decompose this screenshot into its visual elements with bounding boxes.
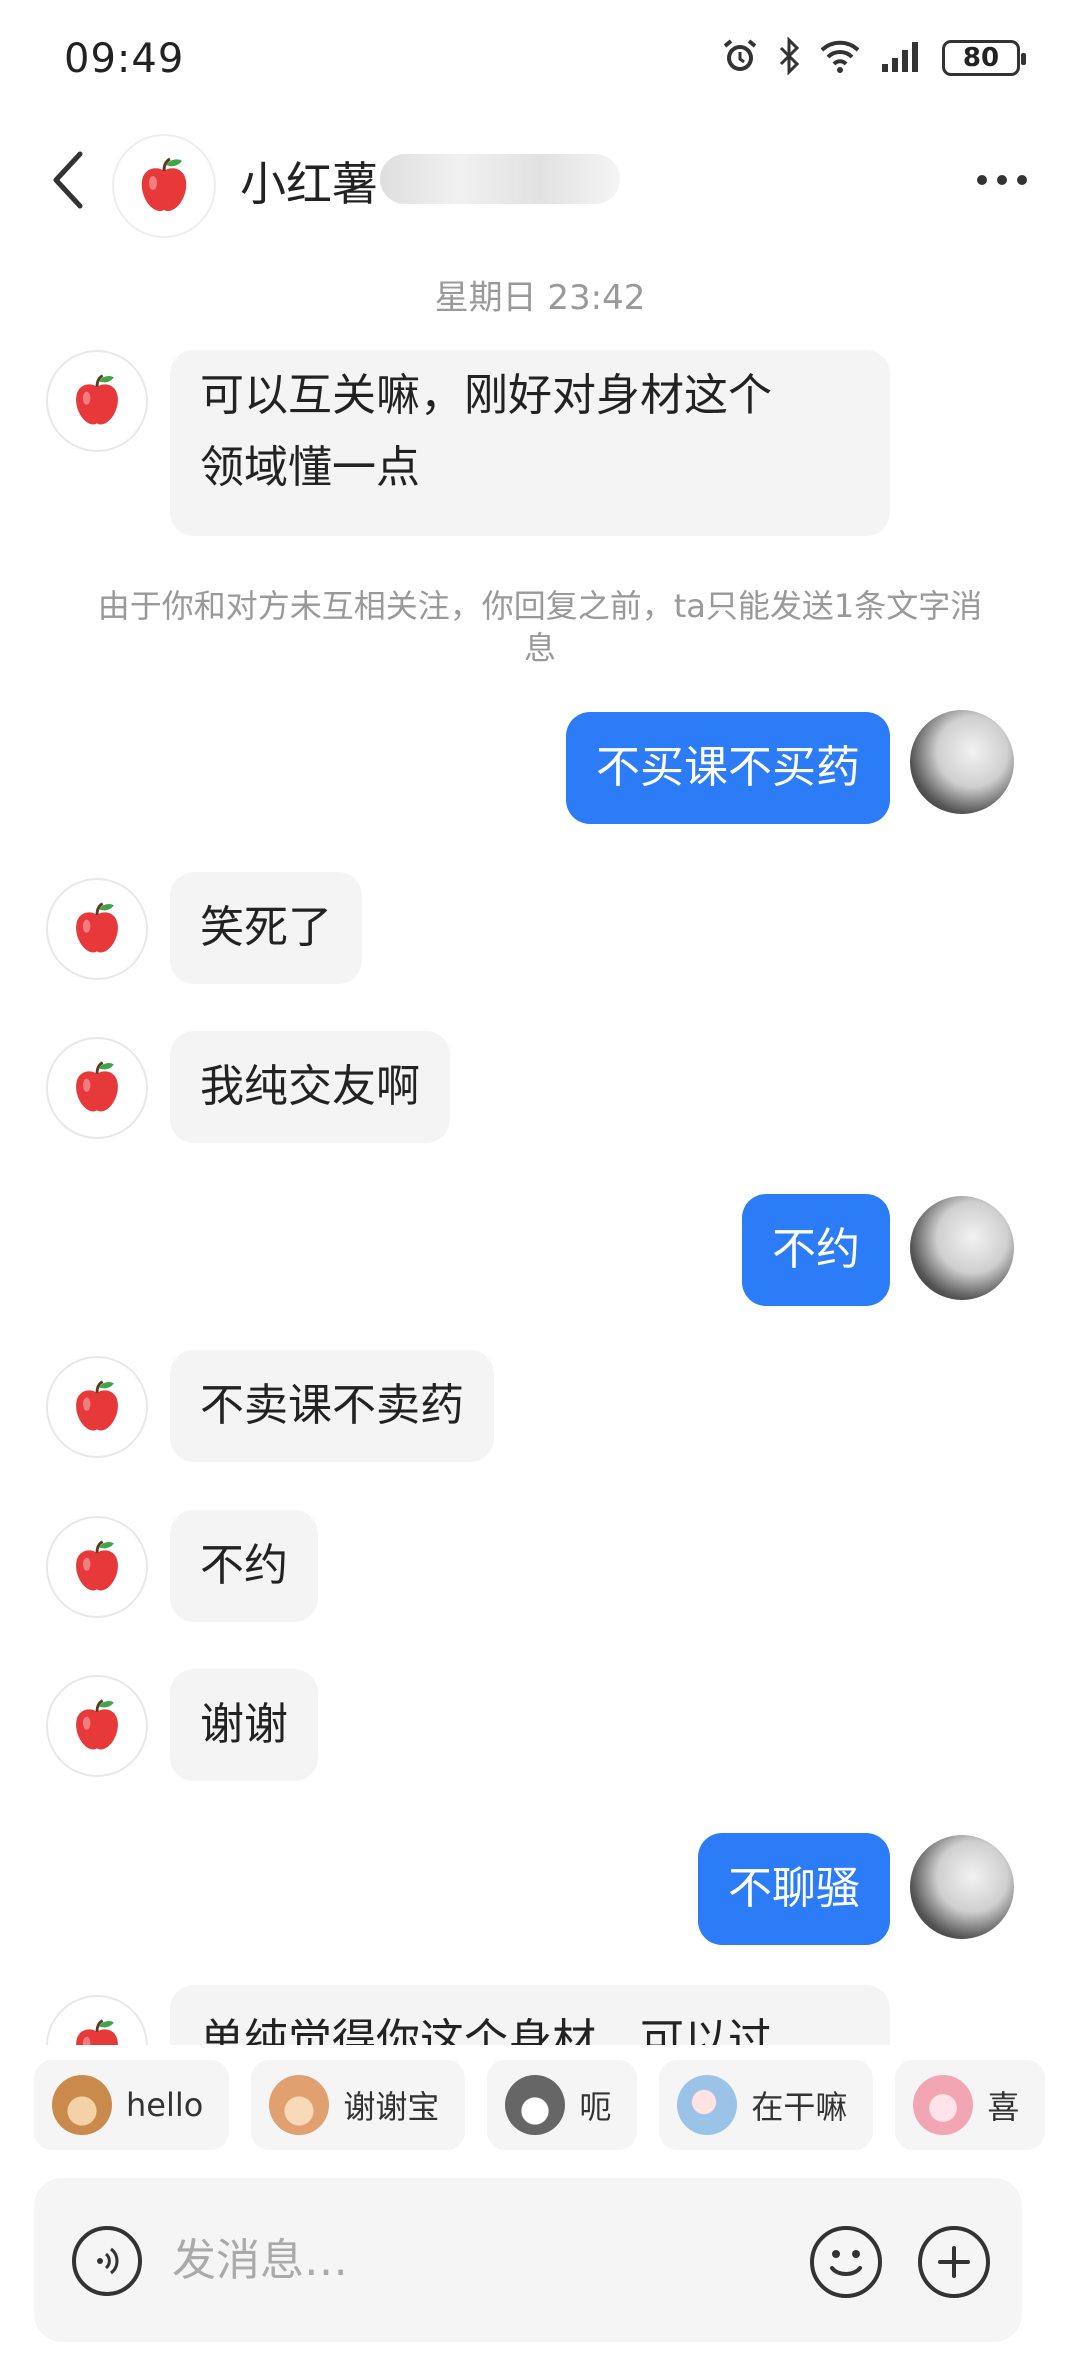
signal-icon [880,36,924,80]
status-time: 09:49 [64,36,185,82]
apple-icon [76,1540,118,1591]
apple-icon [141,157,187,211]
message-input[interactable] [172,2218,792,2302]
follow-notice: 由于你和对方未互相关注，你回复之前，ta只能发送1条文字消息 [97,587,983,667]
quick-reply-bar: hello 谢谢宝 呃 在干嘛 喜 [0,2060,1080,2152]
quick-reply-chip[interactable]: 喜 [895,2060,1046,2150]
voice-icon[interactable] [72,2226,142,2296]
sender-avatar[interactable] [46,1995,148,2045]
quick-reply-label: 谢谢宝 [343,2088,440,2126]
apple-icon [76,902,118,953]
status-bar: 09:49 80 [0,0,1080,120]
status-icons: 80 [720,34,1026,82]
contact-id-blurred [380,154,620,204]
message-bubble[interactable]: 谢谢 [170,1669,318,1781]
monkey-emoji-icon [52,2075,112,2135]
message-timestamp: 星期日 23:42 [434,278,646,318]
battery-level: 80 [962,43,1000,73]
message-bubble[interactable]: 我纯交友啊 [170,1031,450,1143]
alarm-icon [720,36,760,80]
battery-icon: 80 [942,40,1026,76]
contact-avatar[interactable] [112,134,216,238]
back-button[interactable] [40,144,96,216]
message-bubble[interactable]: 可以互关嘛，刚好对身材这个 领域懂一点 [170,350,890,536]
chat-screen: 09:49 80 小红薯 星期日 23:42 可以互关嘛，刚好对身材这个 领域懂… [0,0,1080,2373]
message-text-line: 可以互关嘛，刚好对身材这个 [200,370,772,421]
message-bubble[interactable]: 不聊骚 [698,1833,890,1945]
bluetooth-icon [778,36,800,80]
flower-monkey-emoji-icon [269,2075,330,2135]
quick-reply-chip[interactable]: 呃 [487,2060,638,2150]
quick-reply-chip[interactable]: 在干嘛 [659,2060,874,2150]
sender-avatar[interactable] [46,1356,148,1458]
chat-header: 小红薯 [0,120,1080,240]
contact-name: 小红薯 [240,157,378,211]
message-text-line: 领域懂一点 [200,442,420,493]
more-dots-icon[interactable] [964,160,1040,200]
my-avatar[interactable] [910,710,1014,814]
chevron-left-icon [53,151,83,209]
message-bubble[interactable]: 不卖课不卖药 [170,1350,494,1462]
sender-avatar[interactable] [46,878,148,980]
sender-avatar[interactable] [46,1037,148,1139]
message-bubble[interactable]: 单纯觉得你这个身材，可以过 [170,1985,890,2045]
message-bubble[interactable]: 笑死了 [170,872,362,984]
sender-avatar[interactable] [46,1516,148,1618]
message-input-bar [34,2178,1022,2342]
quick-reply-chip[interactable]: hello [34,2060,230,2150]
sender-avatar[interactable] [46,1675,148,1777]
my-avatar[interactable] [910,1835,1014,1939]
sender-avatar[interactable] [46,350,148,452]
quick-reply-label: hello [126,2086,204,2124]
apple-icon [76,2019,118,2045]
quick-reply-label: 喜 [987,2088,1020,2126]
apple-icon [76,374,118,425]
pig-emoji-icon [913,2075,974,2135]
magnifier-emoji-icon [677,2075,738,2135]
quick-reply-label: 呃 [579,2088,612,2126]
emoji-icon[interactable] [810,2226,882,2298]
message-bubble[interactable]: 不约 [742,1194,890,1306]
apple-icon [76,1380,118,1431]
plus-icon[interactable] [918,2226,990,2298]
message-list[interactable]: 星期日 23:42 可以互关嘛，刚好对身材这个 领域懂一点 由于你和对方未互相关… [0,240,1080,2045]
quick-reply-chip[interactable]: 谢谢宝 [251,2060,466,2150]
message-bubble[interactable]: 不约 [170,1510,318,1622]
apple-icon [76,1061,118,1112]
apple-icon [76,1699,118,1750]
wifi-icon [818,36,862,80]
my-avatar[interactable] [910,1196,1014,1300]
quick-reply-label: 在干嘛 [751,2088,848,2126]
message-bubble[interactable]: 不买课不买药 [566,712,890,824]
cat-emoji-icon [505,2075,566,2135]
